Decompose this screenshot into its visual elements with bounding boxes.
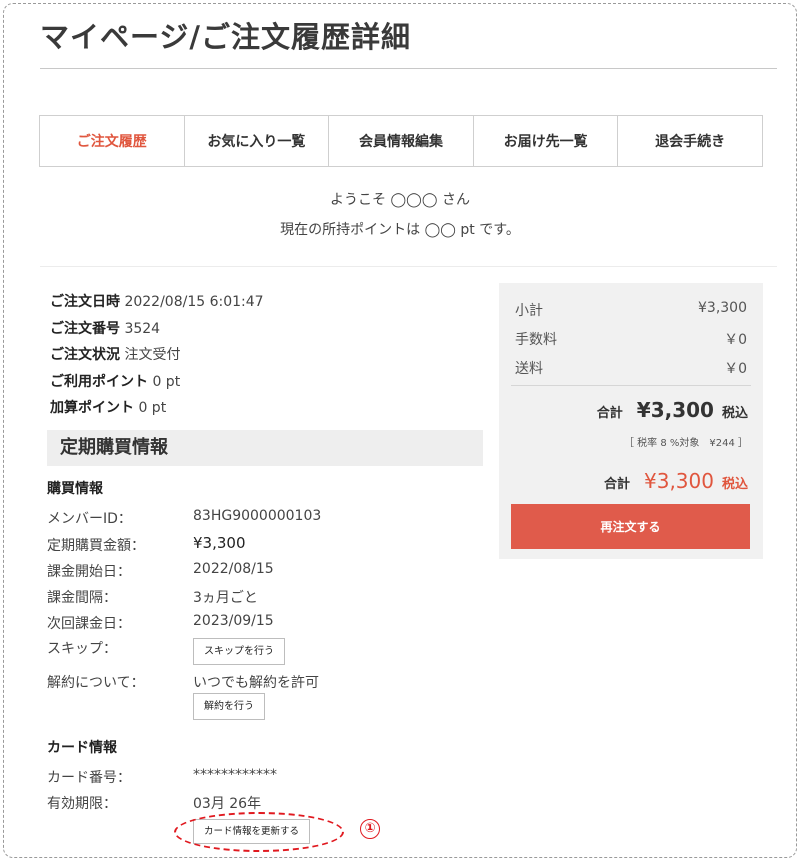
subtotal-label: 小計 [515, 303, 543, 319]
fee-row: 手数料 ￥0 [515, 329, 747, 349]
subscription-section-title: 定期購買情報 [47, 430, 483, 466]
callout-marker: ① [360, 819, 380, 839]
card-number-value: ************ [193, 767, 277, 783]
summary-divider [511, 385, 751, 386]
grand-total-value: ¥3,300 [644, 469, 714, 493]
start-date-value: 2022/08/15 [193, 561, 274, 577]
used-points-value: 0 pt [152, 373, 181, 390]
added-points-label: 加算ポイント [50, 400, 134, 416]
card-info-heading: カード情報 [47, 740, 117, 756]
total-tax-label: 税込 [721, 406, 748, 421]
section-divider [40, 266, 777, 267]
grand-total-row: 合計 ¥3,300 税込 [604, 469, 748, 493]
expiry-value: 03月 26年 [193, 796, 262, 812]
next-billing-value: 2023/09/15 [193, 613, 274, 629]
title-divider [40, 68, 777, 69]
interval-value: 3ヵ月ごと [193, 590, 258, 606]
skip-label: スキップ： [47, 641, 117, 657]
cancel-label: 解約について： [47, 675, 145, 691]
tab-favorites[interactable]: お気に入り一覧 [185, 116, 330, 166]
order-date-label: ご注文日時 [50, 294, 120, 310]
welcome-message: ようこそ ◯◯◯ さん [330, 192, 470, 208]
expiry-label: 有効期限： [47, 796, 117, 812]
member-id-value: 83HG9000000103 [193, 508, 322, 524]
fee-label: 手数料 [515, 332, 557, 348]
total-row: 合計 ¥3,300 税込 [597, 398, 748, 422]
order-status-row: ご注文状況 注文受付 [50, 342, 264, 369]
tax-note: ［ 税率 8 %対象 ¥244 ］ [623, 438, 748, 449]
used-points-row: ご利用ポイント 0 pt [50, 369, 264, 396]
order-status-value: 注文受付 [124, 347, 181, 363]
page-title: マイページ/ご注文履歴詳細 [40, 20, 412, 54]
amount-value: ¥3,300 [193, 534, 246, 552]
shipping-row: 送料 ￥0 [515, 358, 747, 378]
total-value: ¥3,300 [636, 398, 714, 422]
reorder-button[interactable]: 再注文する [511, 504, 750, 549]
order-number-value: 3524 [124, 320, 161, 337]
highlight-ellipse [174, 812, 344, 852]
order-info: ご注文日時 2022/08/15 6:01:47 ご注文番号 3524 ご注文状… [50, 289, 264, 422]
next-billing-label: 次回課金日： [47, 616, 131, 632]
total-label: 合計 [596, 406, 623, 421]
cancel-policy-value: いつでも解約を許可 [193, 675, 319, 691]
tab-delivery-addresses[interactable]: お届け先一覧 [474, 116, 619, 166]
fee-value: ￥0 [724, 332, 747, 348]
tab-member-info[interactable]: 会員情報編集 [329, 116, 474, 166]
order-date-value: 2022/08/15 6:01:47 [124, 294, 264, 310]
amount-label: 定期購買金額： [47, 538, 145, 554]
points-message: 現在の所持ポイントは ◯◯ pt です。 [280, 222, 520, 238]
cancel-button[interactable]: 解約を行う [193, 693, 265, 720]
purchase-info-heading: 購買情報 [47, 481, 103, 497]
tab-withdrawal[interactable]: 退会手続き [618, 116, 762, 166]
order-status-label: ご注文状況 [50, 347, 120, 363]
grand-total-tax-label: 税込 [721, 477, 748, 492]
skip-button[interactable]: スキップを行う [193, 638, 285, 665]
grand-total-label: 合計 [603, 477, 630, 492]
added-points-value: 0 pt [138, 400, 167, 416]
start-date-label: 課金開始日： [47, 564, 131, 580]
order-date-row: ご注文日時 2022/08/15 6:01:47 [50, 289, 264, 316]
card-number-label: カード番号： [47, 770, 131, 786]
subtotal-row: 小計 ¥3,300 [515, 300, 747, 320]
interval-label: 課金間隔： [47, 590, 117, 606]
tab-order-history[interactable]: ご注文履歴 [40, 116, 185, 166]
subtotal-value: ¥3,300 [698, 300, 747, 316]
order-summary-panel: 小計 ¥3,300 手数料 ￥0 送料 ￥0 合計 ¥3,300 税込 ［ 税率… [499, 283, 763, 559]
order-number-row: ご注文番号 3524 [50, 316, 264, 343]
shipping-value: ￥0 [724, 361, 747, 377]
mypage-tabs: ご注文履歴 お気に入り一覧 会員情報編集 お届け先一覧 退会手続き [39, 115, 763, 167]
order-number-label: ご注文番号 [50, 320, 120, 337]
shipping-label: 送料 [515, 361, 543, 377]
used-points-label: ご利用ポイント [50, 373, 148, 390]
member-id-label: メンバーID： [47, 511, 132, 527]
added-points-row: 加算ポイント 0 pt [50, 395, 264, 422]
